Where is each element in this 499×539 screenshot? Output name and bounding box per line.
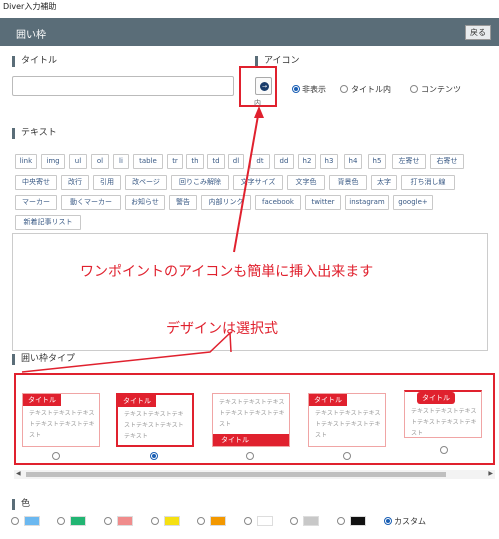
frame-type-scrollbar[interactable]: ◀ ▶ <box>14 470 495 479</box>
annotation-design-note: デザインは選択式 <box>166 321 278 337</box>
frame-card-body: テキストテキストテキストテキストテキストテキスト <box>29 410 95 439</box>
frame-card-4-radio[interactable] <box>343 452 351 460</box>
frame-card-title: タイトル <box>213 434 289 446</box>
frame-card-3[interactable]: テキストテキストテキストテキストテキストテキスト タイトル <box>212 393 290 447</box>
color-6-radio[interactable] <box>244 517 252 525</box>
frame-card-4[interactable]: タイトル テキストテキストテキストテキストテキストテキスト <box>308 393 386 447</box>
color-3-radio[interactable] <box>104 517 112 525</box>
color-custom-radio[interactable] <box>384 517 392 525</box>
scrollbar-thumb[interactable] <box>26 472 446 477</box>
frame-card-1-radio[interactable] <box>52 452 60 460</box>
frame-card-body: テキストテキストテキストテキストテキストテキスト <box>124 411 184 440</box>
frame-card-5[interactable]: タイトル テキストテキストテキストテキストテキストテキスト <box>404 390 482 438</box>
frame-card-body: テキストテキストテキストテキストテキストテキスト <box>219 399 285 428</box>
color-label: 色 <box>12 499 30 510</box>
frame-card-body: テキストテキストテキストテキストテキストテキスト <box>315 410 381 439</box>
frame-card-2-radio[interactable] <box>150 452 158 460</box>
color-swatch-7 <box>303 516 319 526</box>
frame-card-title: タイトル <box>118 395 156 407</box>
color-custom-label: カスタム <box>394 517 426 526</box>
frame-card-title: タイトル <box>417 392 455 404</box>
color-swatch-4 <box>164 516 180 526</box>
frame-card-title: タイトル <box>23 394 61 406</box>
color-2-radio[interactable] <box>57 517 65 525</box>
frame-card-5-radio[interactable] <box>440 446 448 454</box>
scroll-right-icon[interactable]: ▶ <box>488 470 493 477</box>
frame-card-3-radio[interactable] <box>246 452 254 460</box>
color-4-radio[interactable] <box>151 517 159 525</box>
frame-type-label: 囲い枠タイプ <box>12 354 75 365</box>
scroll-left-icon[interactable]: ◀ <box>16 470 21 477</box>
color-8-radio[interactable] <box>337 517 345 525</box>
color-swatch-6 <box>257 516 273 526</box>
color-swatch-8 <box>350 516 366 526</box>
color-swatch-3 <box>117 516 133 526</box>
frame-card-title: タイトル <box>309 394 347 406</box>
color-7-radio[interactable] <box>290 517 298 525</box>
color-5-radio[interactable] <box>197 517 205 525</box>
color-swatch-2 <box>70 516 86 526</box>
frame-card-2[interactable]: タイトル テキストテキストテキストテキストテキストテキスト <box>116 393 194 447</box>
frame-card-body: テキストテキストテキストテキストテキストテキスト <box>411 408 477 437</box>
annotation-icon-note: ワンポイントのアイコンも簡単に挿入出来ます <box>80 264 374 280</box>
color-swatch-1 <box>24 516 40 526</box>
frame-card-1[interactable]: タイトル テキストテキストテキストテキストテキストテキスト <box>22 393 100 447</box>
color-swatch-5 <box>210 516 226 526</box>
color-1-radio[interactable] <box>11 517 19 525</box>
